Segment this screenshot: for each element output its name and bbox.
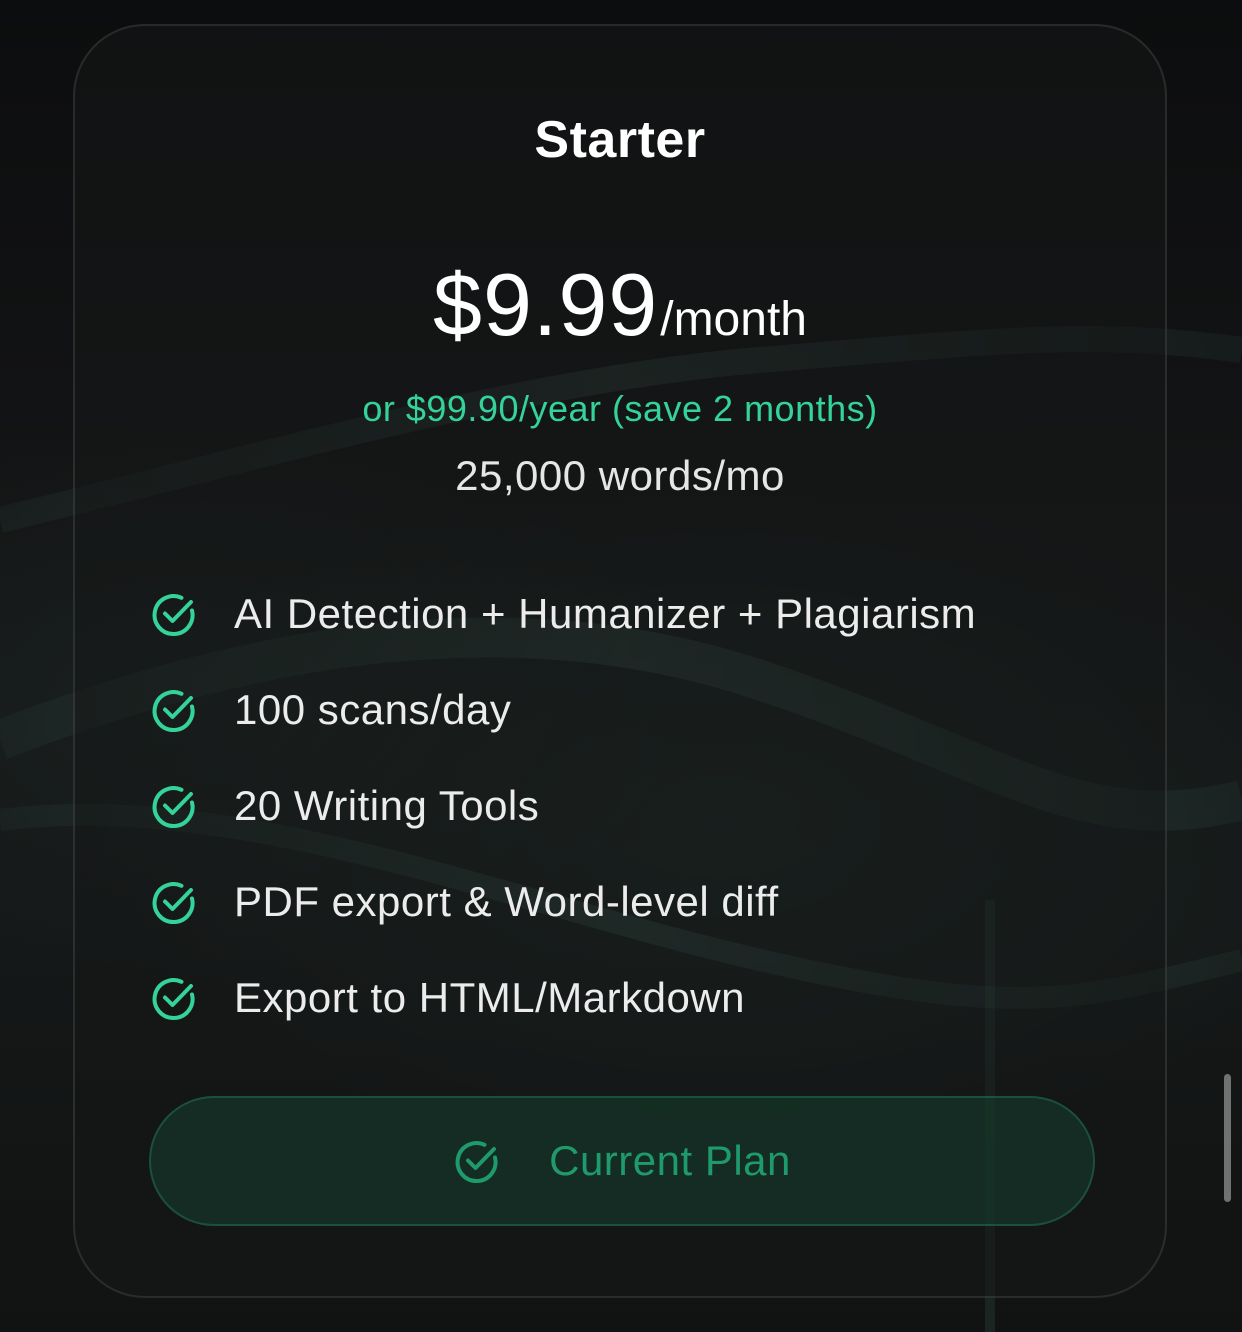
check-circle-icon	[152, 594, 195, 637]
feature-label: PDF export & Word-level diff	[234, 878, 779, 925]
feature-item: 20 Writing Tools	[150, 758, 976, 854]
yearly-offer: or $99.90/year (save 2 months)	[362, 388, 878, 429]
plan-card: Starter $9.99/month or $99.90/year (save…	[73, 24, 1167, 1298]
check-circle-icon	[152, 882, 195, 925]
feature-label: AI Detection + Humanizer + Plagiarism	[234, 590, 977, 637]
feature-label: 20 Writing Tools	[234, 782, 540, 829]
check-circle-icon	[152, 786, 195, 829]
check-circle-icon	[152, 978, 195, 1021]
feature-item: AI Detection + Humanizer + Plagiarism	[150, 566, 976, 662]
price-period: /month	[660, 293, 807, 346]
feature-label: Export to HTML/Markdown	[234, 974, 745, 1021]
feature-item: 100 scans/day	[150, 662, 976, 758]
plan-title: Starter	[534, 111, 706, 169]
pricing-screen: Starter $9.99/month or $99.90/year (save…	[0, 0, 1242, 1332]
current-plan-label: Current Plan	[549, 1137, 791, 1184]
check-circle-icon	[455, 1141, 498, 1184]
current-plan-button[interactable]: Current Plan	[149, 1096, 1095, 1226]
feature-item: Export to HTML/Markdown	[150, 950, 976, 1046]
feature-item: PDF export & Word-level diff	[150, 854, 976, 950]
feature-list: AI Detection + Humanizer + Plagiarism 10…	[150, 566, 976, 1046]
word-limit: 25,000 words/mo	[455, 452, 785, 499]
feature-label: 100 scans/day	[234, 686, 512, 733]
price: $9.99/month	[75, 254, 1165, 356]
scrollbar[interactable]	[1224, 1074, 1231, 1202]
check-circle-icon	[152, 690, 195, 733]
price-amount: $9.99	[433, 255, 659, 354]
